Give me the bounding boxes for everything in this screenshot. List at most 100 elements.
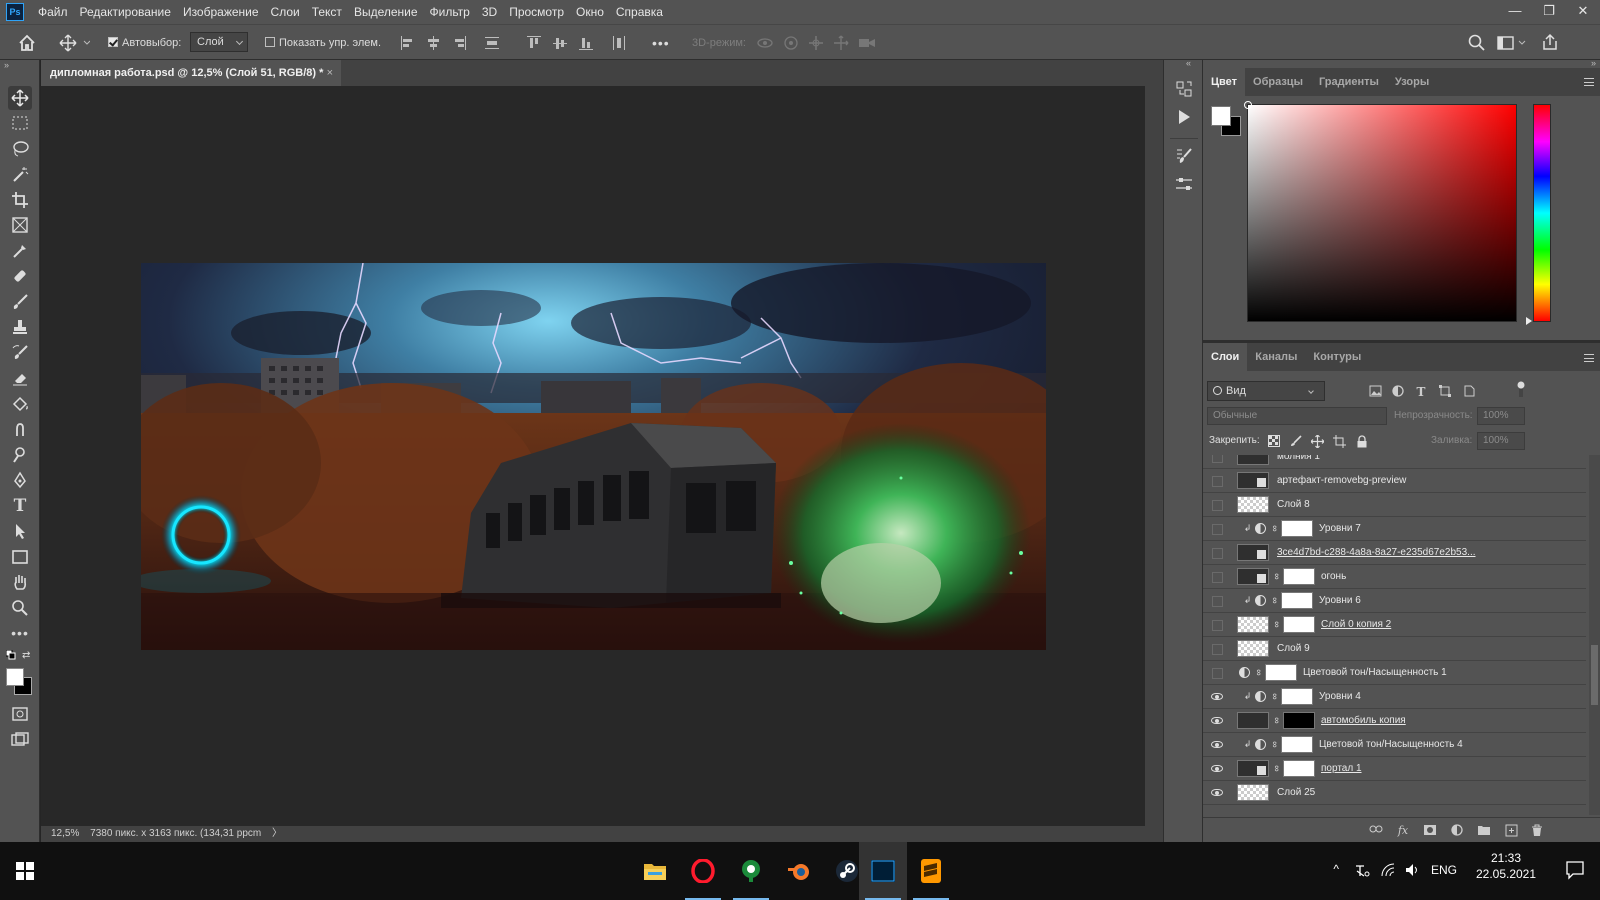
visibility-toggle[interactable] [1212,620,1223,631]
zoom-tool-icon[interactable] [8,596,32,620]
new-group-icon[interactable] [1477,824,1491,838]
share-icon[interactable] [1541,33,1559,54]
document-tab[interactable]: дипломная работа.psd @ 12,5% (Слой 51, R… [41,60,341,86]
layers-panel-tab[interactable]: Каналы [1247,343,1305,371]
filter-type-icon[interactable]: T [1414,385,1428,399]
screen-mode-icon[interactable] [8,728,32,752]
visibility-toggle[interactable] [1212,500,1223,511]
visibility-toggle[interactable] [1212,455,1223,463]
lock-position-icon[interactable] [1310,434,1325,449]
mask-link-icon[interactable]: ∞ [1269,595,1280,606]
layers-scrollbar[interactable] [1589,455,1600,815]
layer-style-fx-icon[interactable]: fx [1396,824,1410,838]
brush-tool-icon[interactable] [8,290,32,314]
3d-orbit-icon[interactable] [757,35,773,54]
visibility-toggle[interactable] [1212,524,1223,535]
home-icon[interactable] [17,33,37,53]
visibility-eye-icon[interactable] [1211,787,1223,799]
lock-all-icon[interactable] [1355,435,1368,448]
actions-play-icon[interactable] [1174,109,1194,129]
collapse-toolbar-icon[interactable]: » [4,60,9,70]
link-layers-icon[interactable] [1369,824,1383,838]
notifications-icon[interactable] [1565,860,1585,883]
default-colors-icon[interactable] [5,649,16,663]
blender-icon[interactable] [775,842,823,900]
filter-shape-icon[interactable] [1438,385,1452,399]
layer-row[interactable]: ∞ автомобиль копия [1203,709,1586,733]
menu-item[interactable]: Редактирование [74,0,177,24]
layer-mask-thumbnail[interactable] [1283,760,1315,777]
layers-panel-menu-icon[interactable] [1584,354,1594,362]
quick-mask-icon[interactable] [8,702,32,726]
photoshop-taskbar-icon[interactable] [859,842,907,900]
document-canvas-image[interactable] [141,263,1046,650]
layer-row[interactable]: ↲ ∞ Уровни 7 [1203,517,1586,541]
layer-mask-thumbnail[interactable] [1281,592,1313,609]
color-picker-field[interactable] [1244,101,1517,322]
file-explorer-icon[interactable] [631,842,679,900]
dodge-tool-icon[interactable] [8,443,32,467]
layers-panel-tab[interactable]: Слои [1203,343,1248,371]
show-hidden-icons-icon[interactable]: ^ [1333,862,1339,876]
lasso-tool-icon[interactable] [8,137,32,161]
color-panel-tab[interactable]: Цвет [1203,68,1246,96]
menu-item[interactable]: Файл [32,0,74,24]
rectangle-tool-icon[interactable] [8,545,32,569]
new-layer-icon[interactable] [1504,824,1518,838]
canvas-vertical-scrollbar[interactable] [1145,86,1163,826]
swap-colors-icon[interactable]: ⇄ [22,650,30,661]
distribute-icon[interactable] [485,36,499,50]
close-document-icon[interactable]: × [327,60,333,86]
blend-mode-dropdown[interactable]: Обычные [1207,407,1387,425]
path-selection-tool-icon[interactable] [8,519,32,543]
opera-icon[interactable] [679,842,727,900]
filter-smart-object-icon[interactable] [1462,385,1476,399]
type-tool-icon[interactable]: T [8,494,32,518]
menu-item[interactable]: Просмотр [503,0,570,24]
more-options-button[interactable]: ••• [652,34,670,52]
layer-row[interactable]: ↲ ∞ Уровни 4 [1203,685,1586,709]
3d-roll-icon[interactable] [783,35,799,54]
visibility-eye-icon[interactable] [1211,763,1223,775]
status-arrow-icon[interactable]: 〉 [272,828,282,839]
filter-adjustment-icon[interactable] [1391,385,1405,399]
sublime-text-icon[interactable] [907,842,955,900]
menu-item[interactable]: Выделение [348,0,424,24]
menu-item[interactable]: Слои [265,0,306,24]
marquee-tool-icon[interactable] [8,111,32,135]
mask-link-icon[interactable]: ∞ [1271,763,1282,774]
filter-toggle-switch[interactable] [1516,381,1526,397]
collapse-dock-icon[interactable]: « [1186,58,1191,68]
layers-panel-tab[interactable]: Контуры [1305,343,1369,371]
volume-icon[interactable] [1404,862,1420,881]
layer-row[interactable]: ↲ ∞ Уровни 6 [1203,589,1586,613]
autoselect-dropdown[interactable]: Слой [190,32,248,52]
mask-link-icon[interactable]: ∞ [1269,523,1280,534]
color-panel-menu-icon[interactable] [1584,78,1594,86]
color-picker-cursor[interactable] [1244,101,1252,109]
menu-item[interactable]: Окно [570,0,610,24]
history-brush-tool-icon[interactable] [8,341,32,365]
input-method-icon[interactable] [1354,862,1370,881]
menu-item[interactable]: Справка [610,0,669,24]
mask-link-icon[interactable]: ∞ [1269,691,1280,702]
menu-item[interactable]: Фильтр [424,0,476,24]
visibility-toggle[interactable] [1212,644,1223,655]
menu-item[interactable]: Текст [306,0,348,24]
edit-toolbar-icon[interactable]: ••• [8,621,32,645]
move-tool-preset-icon[interactable] [58,33,91,53]
visibility-eye-icon[interactable] [1211,715,1223,727]
foreground-color-swatch[interactable] [6,668,24,686]
color-panel-foreground-swatch[interactable] [1211,106,1231,126]
show-transform-check-icon[interactable] [265,37,275,47]
collapse-right-dock-icon[interactable]: » [1591,58,1596,68]
pen-tool-icon[interactable] [8,468,32,492]
layer-row[interactable]: Слой 9 [1203,637,1586,661]
layer-row[interactable]: ∞ Слой 0 копия 2 [1203,613,1586,637]
frame-tool-icon[interactable] [8,213,32,237]
layer-row[interactable]: артефакт-removebg-preview [1203,469,1586,493]
mask-link-icon[interactable]: ∞ [1271,571,1282,582]
layer-row[interactable]: ↲ ∞ Цветовой тон/Насыщенность 4 [1203,733,1586,757]
layer-row[interactable]: молния 1 [1203,455,1586,469]
layer-mask-thumbnail[interactable] [1283,568,1315,585]
